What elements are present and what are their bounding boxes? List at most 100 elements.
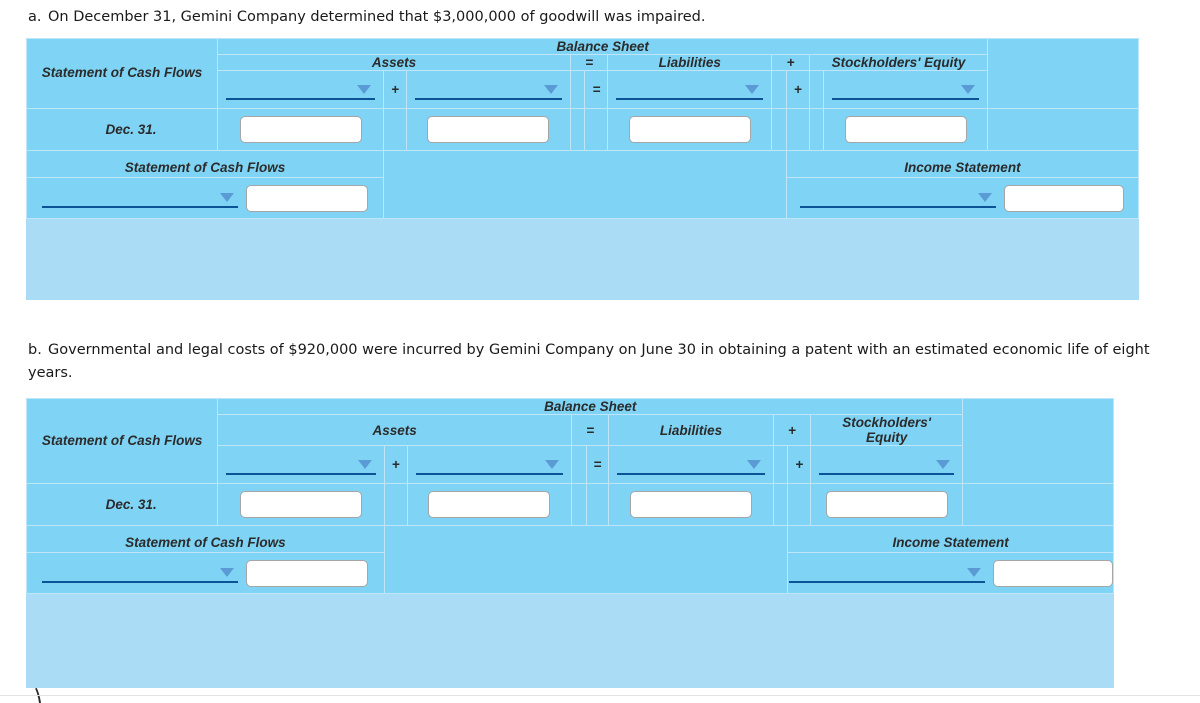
scf-account-dropdown[interactable] [42,186,239,208]
assets-label: Assets [372,422,417,438]
spacer-right-a [987,38,1139,109]
table-row-balance-sheet-banner: Statement of Cash Flows Balance Sheet [25,38,1139,109]
income-statement-input-row [788,553,1113,593]
assets-account-1-dropdown[interactable] [226,453,376,475]
scf-banner-cell: Statement of Cash Flows [26,525,385,553]
assets-account-1-cell [217,70,385,109]
statement-of-cash-flows-column-header: Statement of Cash Flows [25,398,219,484]
balance-sheet-label: Balance Sheet [544,399,637,414]
chevron-down-icon [220,193,235,202]
assets-amount-1-cell [217,108,385,151]
scf-column-label: Statement of Cash Flows [41,432,203,448]
worksheet-b-grid: Statement of Cash Flows Balance Sheet As… [25,398,1114,594]
chevron-down-icon [745,85,760,94]
scf-input-row [27,178,383,218]
assets-account-2-cell [406,445,572,484]
stockholders-equity-label-line2: Equity [865,430,908,445]
scf-input-cell [26,552,385,594]
scf-input-cell [25,177,385,219]
problem-b-marker: b. [28,342,42,358]
scf-amount-input[interactable] [246,184,369,212]
income-statement-input-cell [787,552,1114,594]
entry-spacer-1 [383,483,408,526]
stockholders-equity-amount-input[interactable] [844,116,967,143]
income-statement-banner-label: Income Statement [892,535,1009,550]
scf-banner-cell: Statement of Cash Flows [25,150,385,178]
stockholders-equity-label: Stockholders' Equity [831,55,966,70]
problem-a-text: a. On December 31, Gemini Company determi… [28,6,1188,29]
operator-equals-row: = [584,70,609,109]
stockholders-equity-amount-input[interactable] [825,491,948,518]
liabilities-account-dropdown[interactable] [617,453,765,475]
entry-date-cell: Dec. 31. [25,108,219,151]
entry-spacer-4 [771,108,787,151]
chevron-down-icon [220,568,235,577]
scf-amount-input[interactable] [246,559,369,587]
balance-sheet-label: Balance Sheet [556,39,649,54]
income-statement-banner-cell: Income Statement [785,150,1140,178]
assets-account-1-cell [217,445,385,484]
problem-a-body: On December 31, Gemini Company determine… [48,9,706,25]
income-statement-account-dropdown[interactable] [788,561,985,583]
income-statement-banner-cell: Income Statement [787,525,1114,553]
entry-spacer-3 [585,483,610,526]
assets-amount-1-input[interactable] [239,116,362,143]
liabilities-amount-cell [607,108,773,151]
table-row-statement-banners: Statement of Cash Flows Income Statement [26,525,1114,594]
entry-spacer-1 [383,108,407,151]
table-row-entry: Dec. 31. [25,483,1114,526]
assets-header: Assets [217,54,571,71]
assets-account-1-dropdown[interactable] [226,78,376,100]
gap-cell-1 [569,70,586,109]
stockholders-equity-account-dropdown[interactable] [819,453,955,475]
stockholders-equity-amount-cell [823,108,989,151]
liabilities-label: Liabilities [658,55,721,70]
assets-header: Assets [217,414,572,446]
income-statement-input-cell [785,177,1140,219]
gap-cell-2 [772,445,789,484]
entry-spacer-right [962,483,1114,526]
chevron-down-icon [966,568,981,577]
scf-account-dropdown[interactable] [42,561,239,583]
spacer-right-b [962,398,1114,484]
table-row-entry: Dec. 31. [25,108,1139,151]
scf-blank-area [383,150,787,219]
problem-a-marker: a. [28,9,42,25]
assets-amount-2-input[interactable] [428,491,551,518]
operator-plus-header-1: + [772,414,812,446]
liabilities-amount-input[interactable] [630,491,753,518]
gap-cell-1 [570,445,587,484]
entry-spacer-2 [569,108,586,151]
assets-amount-1-cell [217,483,385,526]
assets-account-2-dropdown[interactable] [415,453,563,475]
assets-amount-2-input[interactable] [427,116,550,143]
liabilities-label: Liabilities [659,422,723,438]
worksheet-page: a. On December 31, Gemini Company determi… [0,0,1200,703]
liabilities-amount-input[interactable] [628,116,751,143]
chevron-down-icon [544,460,559,469]
scf-blank-area [383,525,789,594]
income-statement-amount-input[interactable] [992,559,1113,587]
income-statement-amount-input[interactable] [1004,184,1125,212]
stockholders-equity-header: Stockholders' Equity [808,54,989,71]
chevron-down-icon [936,460,951,469]
entry-spacer-right [987,108,1139,151]
operator-plus-header-1: + [771,54,810,71]
worksheet-a-grid: Statement of Cash Flows Balance Sheet As… [25,38,1140,219]
assets-account-2-cell [405,70,571,109]
liabilities-account-dropdown[interactable] [616,78,764,100]
worksheet-b: Statement of Cash Flows Balance Sheet As… [25,398,1114,688]
stockholders-equity-account-dropdown[interactable] [832,78,980,100]
assets-account-2-dropdown[interactable] [414,78,562,100]
statement-of-cash-flows-column-header: Statement of Cash Flows [25,38,219,109]
liabilities-account-cell [608,445,774,484]
stockholders-equity-amount-cell [810,483,964,526]
income-statement-input-row [787,178,1138,218]
assets-amount-1-input[interactable] [240,491,363,518]
income-statement-account-dropdown[interactable] [800,186,997,208]
entry-spacer-2 [570,483,587,526]
chevron-down-icon [978,193,993,202]
table-row-balance-sheet-banner: Statement of Cash Flows Balance Sheet [25,398,1114,484]
problem-b-body: Governmental and legal costs of $920,000… [28,342,1150,382]
entry-date-label: Dec. 31. [105,497,157,512]
